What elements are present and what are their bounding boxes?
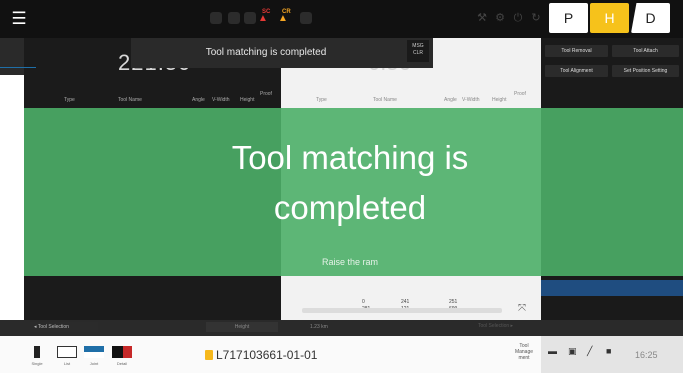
status-icon	[210, 12, 222, 24]
column-header: Proof	[514, 91, 526, 97]
left-tool-selection-button[interactable]: ◂ Tool Selection	[30, 322, 98, 332]
clock: 16:25	[635, 350, 658, 360]
column-header: Height	[240, 97, 255, 103]
thumbnail-label: Detail	[116, 361, 128, 366]
thumbnail-label: Single	[31, 361, 43, 366]
mode-d-button[interactable]: D	[631, 3, 670, 33]
status-icon	[228, 12, 240, 24]
column-header: Proof	[260, 91, 272, 97]
warning-icon-orange[interactable]: ▲ CR	[278, 9, 291, 24]
thumbnail-label: List	[63, 361, 71, 366]
notification-bar: Tool matching is completed	[131, 38, 433, 68]
document-number[interactable]: L717103661-01-01	[216, 348, 317, 362]
wrench-icon[interactable]: ⚒	[476, 12, 488, 24]
status-icon	[300, 12, 312, 24]
scale-label: 1.23 km	[310, 324, 328, 330]
column-header: Height	[492, 97, 507, 103]
mode-p-button[interactable]: P	[549, 3, 588, 33]
single-view-icon[interactable]	[34, 346, 40, 358]
column-header: Type	[316, 97, 327, 103]
completion-message: Tool matching is completed	[231, 139, 469, 226]
tool-alignment-button[interactable]: Tool Alignment	[545, 65, 608, 77]
column-header: Angle	[192, 97, 205, 103]
set-position-setting-button[interactable]: Set Position Setting	[612, 65, 679, 77]
list-view-icon[interactable]	[57, 346, 77, 358]
stop-icon[interactable]: ■	[606, 346, 611, 356]
column-header: Tool Name	[373, 97, 397, 103]
expand-icon[interactable]: ⤧	[518, 303, 526, 314]
pen-icon[interactable]: ╱	[587, 346, 592, 357]
document-status-icon	[205, 350, 213, 360]
refresh-icon[interactable]: ↻	[530, 12, 542, 24]
tool-removal-button[interactable]: Tool Removal	[545, 45, 608, 57]
ruler-icon[interactable]: ▬	[548, 346, 557, 356]
column-header: Angle	[444, 97, 457, 103]
column-header: V-Width	[212, 97, 230, 103]
gear-icon[interactable]: ⚙	[494, 12, 506, 24]
column-header: Tool Name	[118, 97, 142, 103]
mode-h-button[interactable]: H	[590, 3, 629, 33]
left-edge	[0, 75, 24, 320]
selected-row-highlight[interactable]	[541, 280, 683, 296]
status-icon	[244, 12, 256, 24]
message-clear-button[interactable]: MSG CLR	[407, 40, 429, 62]
raise-ram-instruction: Raise the ram	[321, 257, 379, 267]
height-button[interactable]: Height	[206, 322, 278, 332]
tool-management-button[interactable]: Tool Manage ment	[508, 343, 540, 361]
tool-attach-button[interactable]: Tool Attach	[612, 45, 679, 57]
value-label: 251	[449, 299, 458, 305]
document-icon[interactable]: ▣	[568, 346, 577, 357]
hamburger-menu-icon[interactable]: ☰	[10, 9, 28, 29]
detail-view-icon[interactable]	[112, 346, 132, 358]
column-header: V-Width	[462, 97, 480, 103]
middle-tool-selection-button[interactable]: Tool Selection ▸	[478, 323, 513, 329]
power-icon[interactable]: ⏻	[512, 12, 524, 24]
joint-view-icon[interactable]	[84, 346, 104, 358]
thumbnail-label: Joint	[89, 361, 99, 366]
warning-icon-red[interactable]: ▲ SC	[258, 9, 270, 24]
bottom-right-panel	[541, 336, 683, 373]
column-header: Type	[64, 97, 75, 103]
value-label: 0	[362, 299, 365, 305]
indicator-line	[0, 67, 36, 68]
position-slider[interactable]	[302, 308, 502, 313]
notification-text: Tool matching is completed	[205, 47, 327, 58]
value-label: 241	[401, 299, 410, 305]
